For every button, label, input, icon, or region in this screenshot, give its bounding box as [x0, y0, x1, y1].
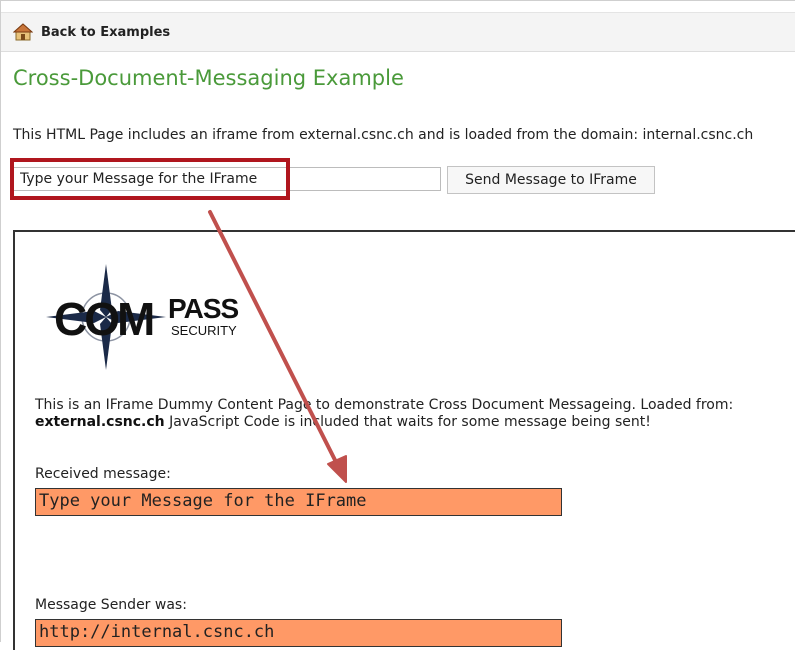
message-sender-output: http://internal.csnc.ch	[35, 619, 562, 647]
top-bar: Back to Examples	[1, 12, 795, 52]
message-input[interactable]	[13, 167, 441, 191]
received-message-output: Type your Message for the IFrame	[35, 488, 562, 516]
iframe-description: This is an IFrame Dummy Content Page to …	[35, 397, 795, 431]
message-sender-label: Message Sender was:	[35, 597, 187, 613]
send-message-button[interactable]: Send Message to IFrame	[447, 166, 655, 194]
back-to-examples-link[interactable]: Back to Examples	[13, 23, 170, 41]
page-title: Cross-Document-Messaging Example	[13, 66, 404, 90]
logo-main-text: COM	[54, 293, 153, 345]
home-icon	[13, 23, 33, 41]
compass-security-logo: COM PASS SECURITY	[46, 264, 239, 370]
logo-pass-text: PASS	[168, 293, 238, 324]
iframe-description-text-1: This is an IFrame Dummy Content Page to …	[35, 397, 734, 413]
iframe-description-domain: external.csnc.ch	[35, 414, 165, 430]
intro-text: This HTML Page includes an iframe from e…	[13, 127, 754, 143]
logo-sub-text: SECURITY	[171, 323, 237, 338]
received-message-label: Received message:	[35, 466, 171, 482]
iframe-description-text-2: JavaScript Code is included that waits f…	[164, 414, 651, 430]
back-to-examples-label: Back to Examples	[41, 24, 171, 40]
